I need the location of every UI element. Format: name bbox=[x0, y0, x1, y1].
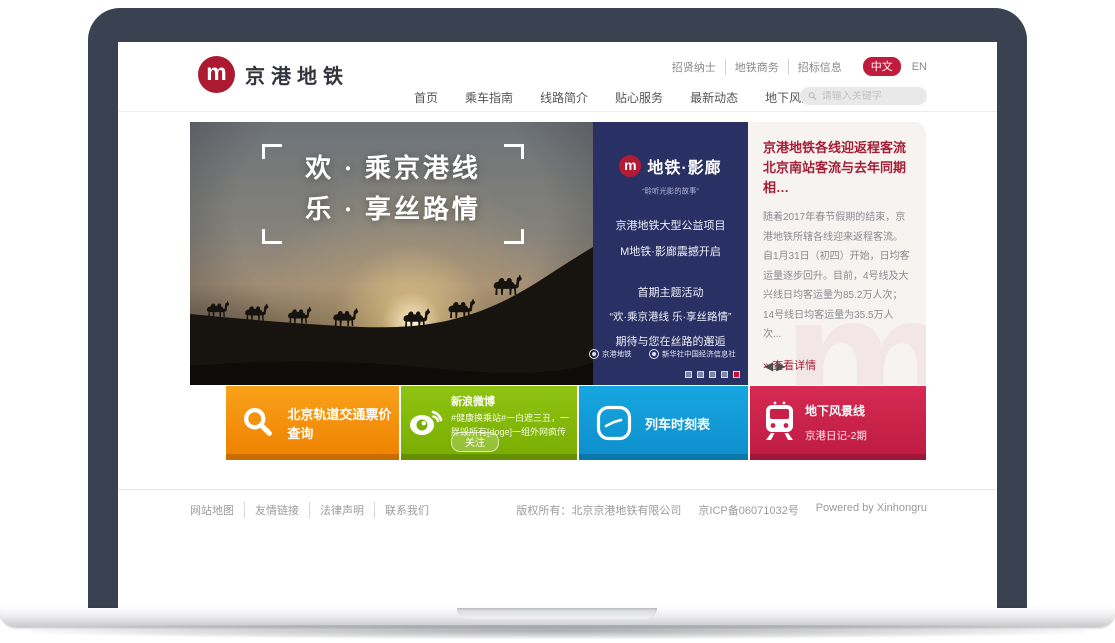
topbar: 招贤纳士 地铁商务 招标信息 中文 EN bbox=[663, 57, 927, 76]
lang-toggle-cn[interactable]: 中文 bbox=[863, 57, 901, 76]
browser-screen: m 京港地铁 招贤纳士 地铁商务 招标信息 中文 EN 首页 乘车指南 线路简介… bbox=[118, 42, 997, 610]
footer-divider bbox=[118, 489, 997, 490]
gallery-brand: m 地铁·影廊 bbox=[593, 122, 748, 178]
laptop-shadow bbox=[30, 625, 1085, 639]
hero-slide[interactable]: 欢 · 乘京港线 乐 · 享丝路情 bbox=[190, 122, 593, 385]
metro-logo-icon: m bbox=[198, 56, 235, 93]
news-nav-arrows: ◀▶ bbox=[764, 359, 788, 373]
gallery-panel[interactable]: m 地铁·影廊 “聆听光影的故事” 京港地铁大型公益项目 M地铁·影廊震撼开启 … bbox=[593, 122, 748, 385]
weibo-follow-button[interactable]: 关注 bbox=[451, 432, 499, 452]
news-body: 随着2017年春节假期的结束，京港地铁所辖各线迎来返程客流。自1月31日（初四）… bbox=[763, 208, 911, 345]
footer-link-friends[interactable]: 友情链接 bbox=[244, 502, 309, 518]
site-header: m 京港地铁 招贤纳士 地铁商务 招标信息 中文 EN 首页 乘车指南 线路简介… bbox=[118, 42, 997, 112]
nav-services[interactable]: 贴心服务 bbox=[615, 89, 663, 106]
hero-caption-line2: 乐 · 享丝路情 bbox=[278, 189, 508, 230]
footer-link-sitemap[interactable]: 网站地图 bbox=[190, 502, 244, 518]
search-input[interactable] bbox=[822, 91, 919, 102]
nav-home[interactable]: 首页 bbox=[414, 89, 438, 106]
weibo-tile[interactable]: 新浪微博 #健康换乘站#一白遮三丑，一胖毁所有[doge]一组外网疯传的晨练动作… bbox=[401, 386, 577, 460]
frame-corner bbox=[504, 144, 524, 159]
nav-news[interactable]: 最新动态 bbox=[690, 89, 738, 106]
pager-dot-active[interactable] bbox=[733, 371, 740, 378]
sponsor-mtr: 京港地铁 bbox=[589, 347, 638, 360]
topbar-link-bidding[interactable]: 招标信息 bbox=[788, 59, 851, 75]
frame-corner bbox=[262, 144, 282, 159]
news-title[interactable]: 京港地铁各线迎返程客流 北京南站客流与去年同期相… bbox=[763, 138, 911, 198]
pager-dot[interactable] bbox=[685, 371, 692, 378]
footer-links: 网站地图 友情链接 法律声明 联系我们 bbox=[190, 502, 439, 518]
sponsor-row: 京港地铁 新华社中国经济信息社 bbox=[593, 347, 748, 360]
gallery-brand-text: 地铁·影廊 bbox=[647, 154, 721, 178]
clock-icon bbox=[596, 405, 632, 441]
search-box bbox=[800, 87, 927, 105]
quick-link-tiles: 北京轨道交通票价查询 新浪微博 #健康换乘站#一白遮三丑，一胖毁所有[doge]… bbox=[226, 386, 926, 460]
underground-scenery-tile[interactable]: 地下风景线 京港日记-2期 bbox=[750, 386, 926, 460]
gallery-line: M地铁·影廊震撼开启 bbox=[593, 243, 748, 259]
laptop-base-notch bbox=[457, 608, 657, 619]
scenery-text-block: 地下风景线 京港日记-2期 bbox=[805, 402, 867, 443]
laptop-bezel: m 京港地铁 招贤纳士 地铁商务 招标信息 中文 EN 首页 乘车指南 线路简介… bbox=[88, 8, 1027, 610]
timetable-tile-label: 列车时刻表 bbox=[645, 414, 710, 433]
site-footer: 网站地图 友情链接 法律声明 联系我们 版权所有：北京京港地铁有限公司 京ICP… bbox=[190, 502, 927, 518]
footer-powered: Powered by Xinhongru bbox=[816, 502, 927, 518]
slide-pager bbox=[685, 371, 740, 378]
gallery-tagline: “聆听光影的故事” bbox=[607, 185, 734, 196]
magnifier-icon bbox=[241, 403, 275, 443]
footer-copyright: 版权所有：北京京港地铁有限公司 bbox=[516, 502, 681, 518]
hero-caption: 欢 · 乘京港线 乐 · 享丝路情 bbox=[278, 148, 508, 236]
pager-dot[interactable] bbox=[697, 371, 704, 378]
topbar-link-careers[interactable]: 招贤纳士 bbox=[663, 59, 725, 75]
fare-inquiry-tile[interactable]: 北京轨道交通票价查询 bbox=[226, 386, 399, 460]
footer-link-legal[interactable]: 法律声明 bbox=[309, 502, 374, 518]
metro-gallery-logo-icon: m bbox=[619, 155, 641, 177]
train-icon bbox=[761, 401, 799, 443]
pager-dot[interactable] bbox=[721, 371, 728, 378]
sponsor-xinhua: 新华社中国经济信息社 bbox=[649, 347, 752, 360]
gallery-line: 首期主题活动 bbox=[593, 284, 748, 300]
mtr-sponsor-icon bbox=[589, 349, 599, 359]
topbar-link-business[interactable]: 地铁商务 bbox=[725, 59, 788, 75]
next-arrow-icon[interactable]: ▶ bbox=[776, 359, 785, 373]
scenery-tile-subtitle: 京港日记-2期 bbox=[805, 428, 867, 443]
laptop-mockup: m 京港地铁 招贤纳士 地铁商务 招标信息 中文 EN 首页 乘车指南 线路简介… bbox=[0, 0, 1115, 643]
footer-copyright-block: 版权所有：北京京港地铁有限公司 京ICP备06071032号 Powered b… bbox=[516, 502, 927, 518]
fare-tile-label: 北京轨道交通票价查询 bbox=[287, 404, 399, 442]
frame-corner bbox=[262, 229, 282, 244]
news-panel: m 京港地铁各线迎返程客流 北京南站客流与去年同期相… 随着2017年春节假期的… bbox=[748, 122, 926, 385]
pager-dot[interactable] bbox=[709, 371, 716, 378]
gallery-line: “欢·乘京港线 乐·享丝路情” bbox=[593, 309, 748, 324]
hero-caption-line1: 欢 · 乘京港线 bbox=[278, 148, 508, 189]
footer-icp: 京ICP备06071032号 bbox=[698, 502, 798, 518]
nav-ride-guide[interactable]: 乘车指南 bbox=[465, 89, 513, 106]
prev-arrow-icon[interactable]: ◀ bbox=[764, 359, 773, 373]
scenery-tile-title: 地下风景线 bbox=[805, 402, 867, 419]
xinhua-sponsor-icon bbox=[649, 349, 659, 359]
lang-toggle-en[interactable]: EN bbox=[912, 61, 927, 73]
timetable-tile[interactable]: 列车时刻表 bbox=[579, 386, 748, 460]
weibo-icon bbox=[407, 404, 447, 438]
nav-lines[interactable]: 线路简介 bbox=[540, 89, 588, 106]
weibo-title: 新浪微博 bbox=[451, 393, 572, 409]
site-logo-text: 京港地铁 bbox=[245, 60, 349, 89]
gallery-line: 京港地铁大型公益项目 bbox=[593, 217, 748, 233]
frame-corner bbox=[504, 229, 524, 244]
footer-link-contact[interactable]: 联系我们 bbox=[374, 502, 439, 518]
search-icon[interactable] bbox=[808, 91, 817, 101]
banner: 欢 · 乘京港线 乐 · 享丝路情 m 地铁·影廊 “聆听光影的故事” 京港地铁… bbox=[190, 122, 926, 385]
site-logo[interactable]: m 京港地铁 bbox=[198, 56, 349, 93]
